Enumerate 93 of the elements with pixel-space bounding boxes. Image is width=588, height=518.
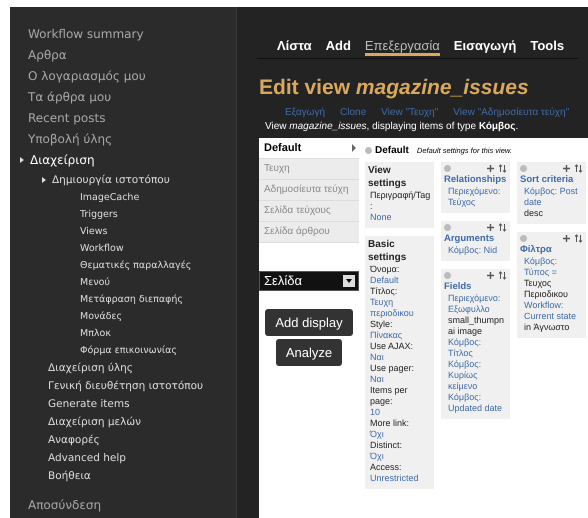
- setting-label: Περιγραφή/Tag:: [370, 190, 431, 212]
- section-link[interactable]: Sort criteria: [520, 173, 583, 186]
- setting-link[interactable]: Πίνακας: [370, 330, 431, 341]
- rearrange-icon[interactable]: [498, 164, 507, 173]
- tab[interactable]: Επεξεργασία: [364, 38, 440, 56]
- setting-label: Use pager:: [370, 363, 416, 374]
- setting-label: Distinct:: [370, 440, 404, 451]
- display-tab[interactable]: Τευχη: [259, 159, 359, 180]
- add-icon[interactable]: [562, 234, 571, 243]
- setting-link[interactable]: Κόμβος: Κυρίως κείμενο: [448, 359, 507, 392]
- sidebar-item[interactable]: Αναφορές: [48, 434, 100, 446]
- add-icon[interactable]: [486, 223, 495, 232]
- action-button[interactable]: Add display: [265, 309, 353, 336]
- setting-link[interactable]: Κόμβος: Nid: [448, 245, 507, 256]
- display-name: Default: [375, 144, 409, 156]
- sidebar-item[interactable]: Υποβολή ύλης: [28, 132, 112, 146]
- sidebar-item[interactable]: Βοήθεια: [48, 470, 91, 482]
- setting-link[interactable]: Περιεχόμενο: Εξωφυλλο: [448, 293, 507, 315]
- section-link[interactable]: Φίλτρα: [520, 243, 583, 256]
- setting-link[interactable]: None: [370, 212, 431, 223]
- tab[interactable]: Εισαγωγή: [454, 38, 516, 58]
- setting-label: small_thumpnai image: [448, 315, 506, 337]
- sidebar-item[interactable]: Workflow summary: [28, 27, 144, 41]
- add-icon[interactable]: [486, 271, 495, 280]
- sidebar-item[interactable]: Διαχείριση: [30, 153, 95, 167]
- sidebar-item[interactable]: Advanced help: [48, 452, 126, 464]
- sidebar-item[interactable]: Recent posts: [28, 111, 106, 125]
- page-title: Edit view magazine_issues: [259, 75, 530, 101]
- sidebar-item[interactable]: Διαχείριση μελών: [48, 416, 142, 428]
- setting-label: in Άγνωστο: [524, 322, 570, 333]
- setting-link[interactable]: Τευχη περιοδικου: [370, 297, 431, 319]
- sidebar-item[interactable]: Αρθρα: [28, 48, 67, 62]
- sidebar-item[interactable]: Τα άρθρα μου: [28, 90, 112, 104]
- setting-link[interactable]: Κόμβος: Updated date: [448, 392, 507, 414]
- sidebar-item[interactable]: Γενική διευθέτηση ιστοτόπου: [48, 380, 204, 392]
- setting-link[interactable]: Κόμβος: Τίτλος: [448, 337, 507, 359]
- section-link[interactable]: Fields: [444, 280, 507, 293]
- tab[interactable]: Λίστα: [277, 38, 312, 58]
- setting-link[interactable]: Workflow: Current state: [524, 300, 583, 322]
- sidebar-item[interactable]: Views: [80, 226, 108, 237]
- sidebar-item[interactable]: Διαχείριση ύλης: [48, 362, 133, 374]
- setting-link[interactable]: 10: [370, 407, 431, 418]
- sidebar-item[interactable]: Μπλοκ: [80, 328, 111, 339]
- display-tab[interactable]: Σελίδα τεύχους: [259, 201, 359, 222]
- setting-link[interactable]: Όχι: [370, 429, 431, 440]
- setting-link[interactable]: Default: [370, 275, 431, 286]
- display-tab[interactable]: Αδημοσίευτα τεύχη: [259, 180, 359, 201]
- setting-label: Όνομα:: [370, 264, 400, 275]
- triangle-icon: [42, 176, 46, 183]
- setting-label: Style:: [370, 319, 394, 330]
- sidebar-item[interactable]: Δημιουργία ιστοτόπου: [52, 174, 170, 186]
- view-description: View magazine_issues, displaying items of type Κόμβος.: [265, 121, 520, 132]
- setting-link[interactable]: Unrestricted: [370, 473, 431, 484]
- sidebar-item[interactable]: Workflow: [80, 243, 124, 254]
- setting-link[interactable]: Περιεχόμενο: Τεύχος: [448, 186, 507, 208]
- section-link[interactable]: Arguments: [444, 232, 507, 245]
- add-icon[interactable]: [486, 164, 495, 173]
- setting-label: Items per page:: [370, 385, 409, 407]
- setting-label: desc: [524, 208, 544, 219]
- setting-label: Use AJAX:: [370, 341, 414, 352]
- triangle-icon: [20, 157, 24, 164]
- sidebar-item[interactable]: Μενού: [80, 277, 110, 288]
- rearrange-icon[interactable]: [574, 234, 583, 243]
- display-type-select[interactable]: Σελίδα: [259, 271, 359, 291]
- sidebar-item[interactable]: Ο λογαριασμός μου: [28, 69, 146, 83]
- sidebar-item[interactable]: Θεματικές παραλλαγές: [80, 260, 192, 271]
- setting-label: Τευχος Περιοδικου: [524, 278, 569, 300]
- rearrange-icon[interactable]: [498, 271, 507, 280]
- setting-label: Τίτλος:: [370, 286, 398, 297]
- setting-link[interactable]: Ναι: [370, 352, 431, 363]
- sidebar-item[interactable]: ImageCache: [80, 192, 140, 203]
- display-tab[interactable]: Σελίδα άρθρου: [259, 222, 359, 243]
- section-link[interactable]: Relationships: [444, 173, 507, 186]
- sidebar-item[interactable]: Φόρμα επικοινωνίας: [80, 345, 177, 356]
- sidebar-item[interactable]: Αποσύνδεση: [28, 498, 102, 512]
- setting-link[interactable]: Όχι: [370, 451, 431, 462]
- action-button[interactable]: Analyze: [276, 339, 342, 366]
- sidebar-item[interactable]: Triggers: [80, 209, 118, 220]
- section-title: View settings: [368, 164, 408, 190]
- tab[interactable]: Tools: [530, 38, 564, 58]
- sidebar-item[interactable]: Μονάδες: [80, 311, 122, 322]
- add-icon[interactable]: [562, 164, 571, 173]
- sidebar-item[interactable]: Generate items: [48, 398, 130, 410]
- tab[interactable]: Add: [326, 38, 351, 58]
- section-title: Basic settings: [368, 238, 408, 264]
- rearrange-icon[interactable]: [498, 223, 507, 232]
- setting-link[interactable]: Κόμβος: Τύπος =: [524, 256, 583, 278]
- setting-label: Access:: [370, 462, 403, 473]
- rearrange-icon[interactable]: [574, 164, 583, 173]
- setting-link[interactable]: Ναι: [370, 374, 431, 385]
- setting-label: More link:: [370, 418, 410, 429]
- setting-link[interactable]: Κόμβος: Post date: [524, 186, 583, 208]
- sidebar-item[interactable]: Μετάφραση διεπαφής: [80, 294, 183, 305]
